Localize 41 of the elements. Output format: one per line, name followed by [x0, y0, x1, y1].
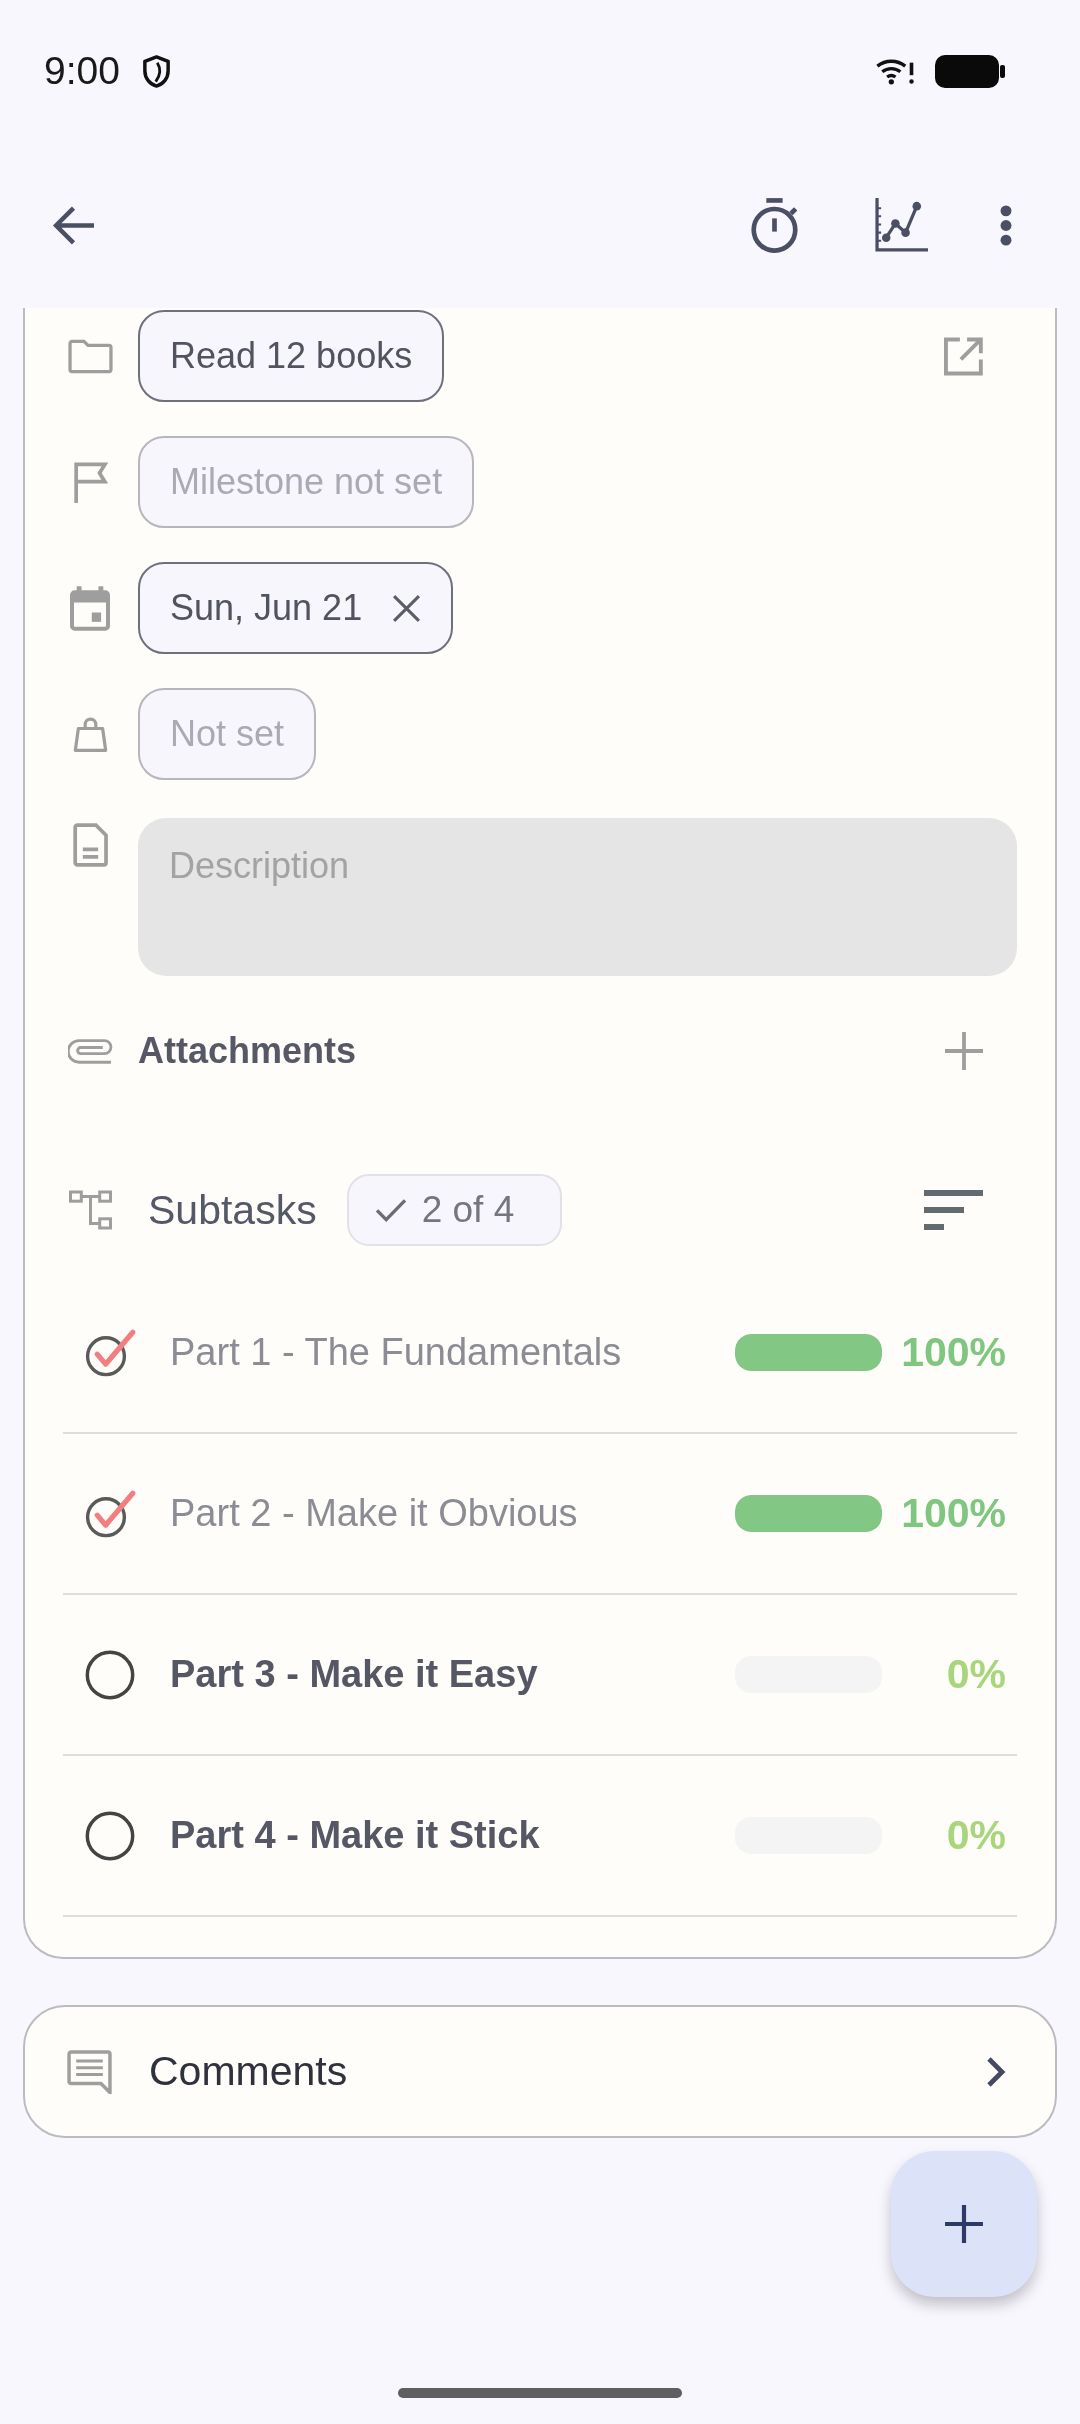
completed-count: 2 of 4	[421, 1189, 515, 1231]
status-time: 9:00	[44, 49, 120, 93]
line-chart-icon[interactable]	[875, 198, 928, 252]
back-arrow-icon[interactable]	[52, 204, 95, 246]
checkbox-icon[interactable]	[85, 1810, 135, 1861]
add-icon	[945, 2205, 983, 2243]
subtask-title: Part 1 - The Fundamentals	[170, 1331, 623, 1374]
project-chip[interactable]: Read 12 books	[138, 310, 445, 402]
battery-icon	[935, 54, 1005, 88]
attachments-label: Attachments	[138, 1030, 357, 1072]
shopping-bag-icon	[72, 716, 108, 752]
comment-icon	[67, 2049, 112, 2094]
sort-icon[interactable]	[924, 1190, 983, 1230]
clear-icon[interactable]	[392, 593, 422, 623]
folder-icon	[67, 338, 113, 374]
subtasks-title: Subtasks	[148, 1186, 317, 1234]
stopwatch-icon[interactable]	[751, 197, 799, 253]
add-icon[interactable]	[945, 1032, 983, 1070]
progress-percent: 100%	[900, 1329, 1006, 1376]
shield-icon	[141, 54, 171, 88]
subtask-title: Part 4 - Make it Stick	[170, 1814, 541, 1857]
progress-percent: 0%	[945, 1812, 1006, 1859]
progress-percent: 100%	[900, 1490, 1006, 1537]
open-in-new-icon[interactable]	[943, 336, 985, 376]
chevron-right-icon	[986, 2055, 1007, 2088]
document-icon	[72, 823, 108, 867]
flag-icon	[72, 461, 108, 503]
wifi-alert-icon	[876, 57, 915, 85]
subtask-title: Part 3 - Make it Easy	[170, 1653, 539, 1696]
checkbox-icon[interactable]	[84, 1489, 136, 1538]
paperclip-icon	[67, 1038, 113, 1064]
check-icon	[374, 1198, 407, 1222]
more-options-icon[interactable]	[1000, 204, 1012, 246]
calendar-icon	[70, 585, 110, 631]
progress-percent: 0%	[945, 1651, 1006, 1698]
checkbox-icon[interactable]	[84, 1328, 136, 1377]
checkbox-icon[interactable]	[85, 1649, 135, 1700]
subtask-title: Part 2 - Make it Obvious	[170, 1492, 579, 1535]
due-date-chip[interactable]: Sun, Jun 21	[138, 562, 454, 654]
comments-button[interactable]: Comments	[23, 2005, 1057, 2138]
tree-structure-icon	[67, 1190, 113, 1230]
